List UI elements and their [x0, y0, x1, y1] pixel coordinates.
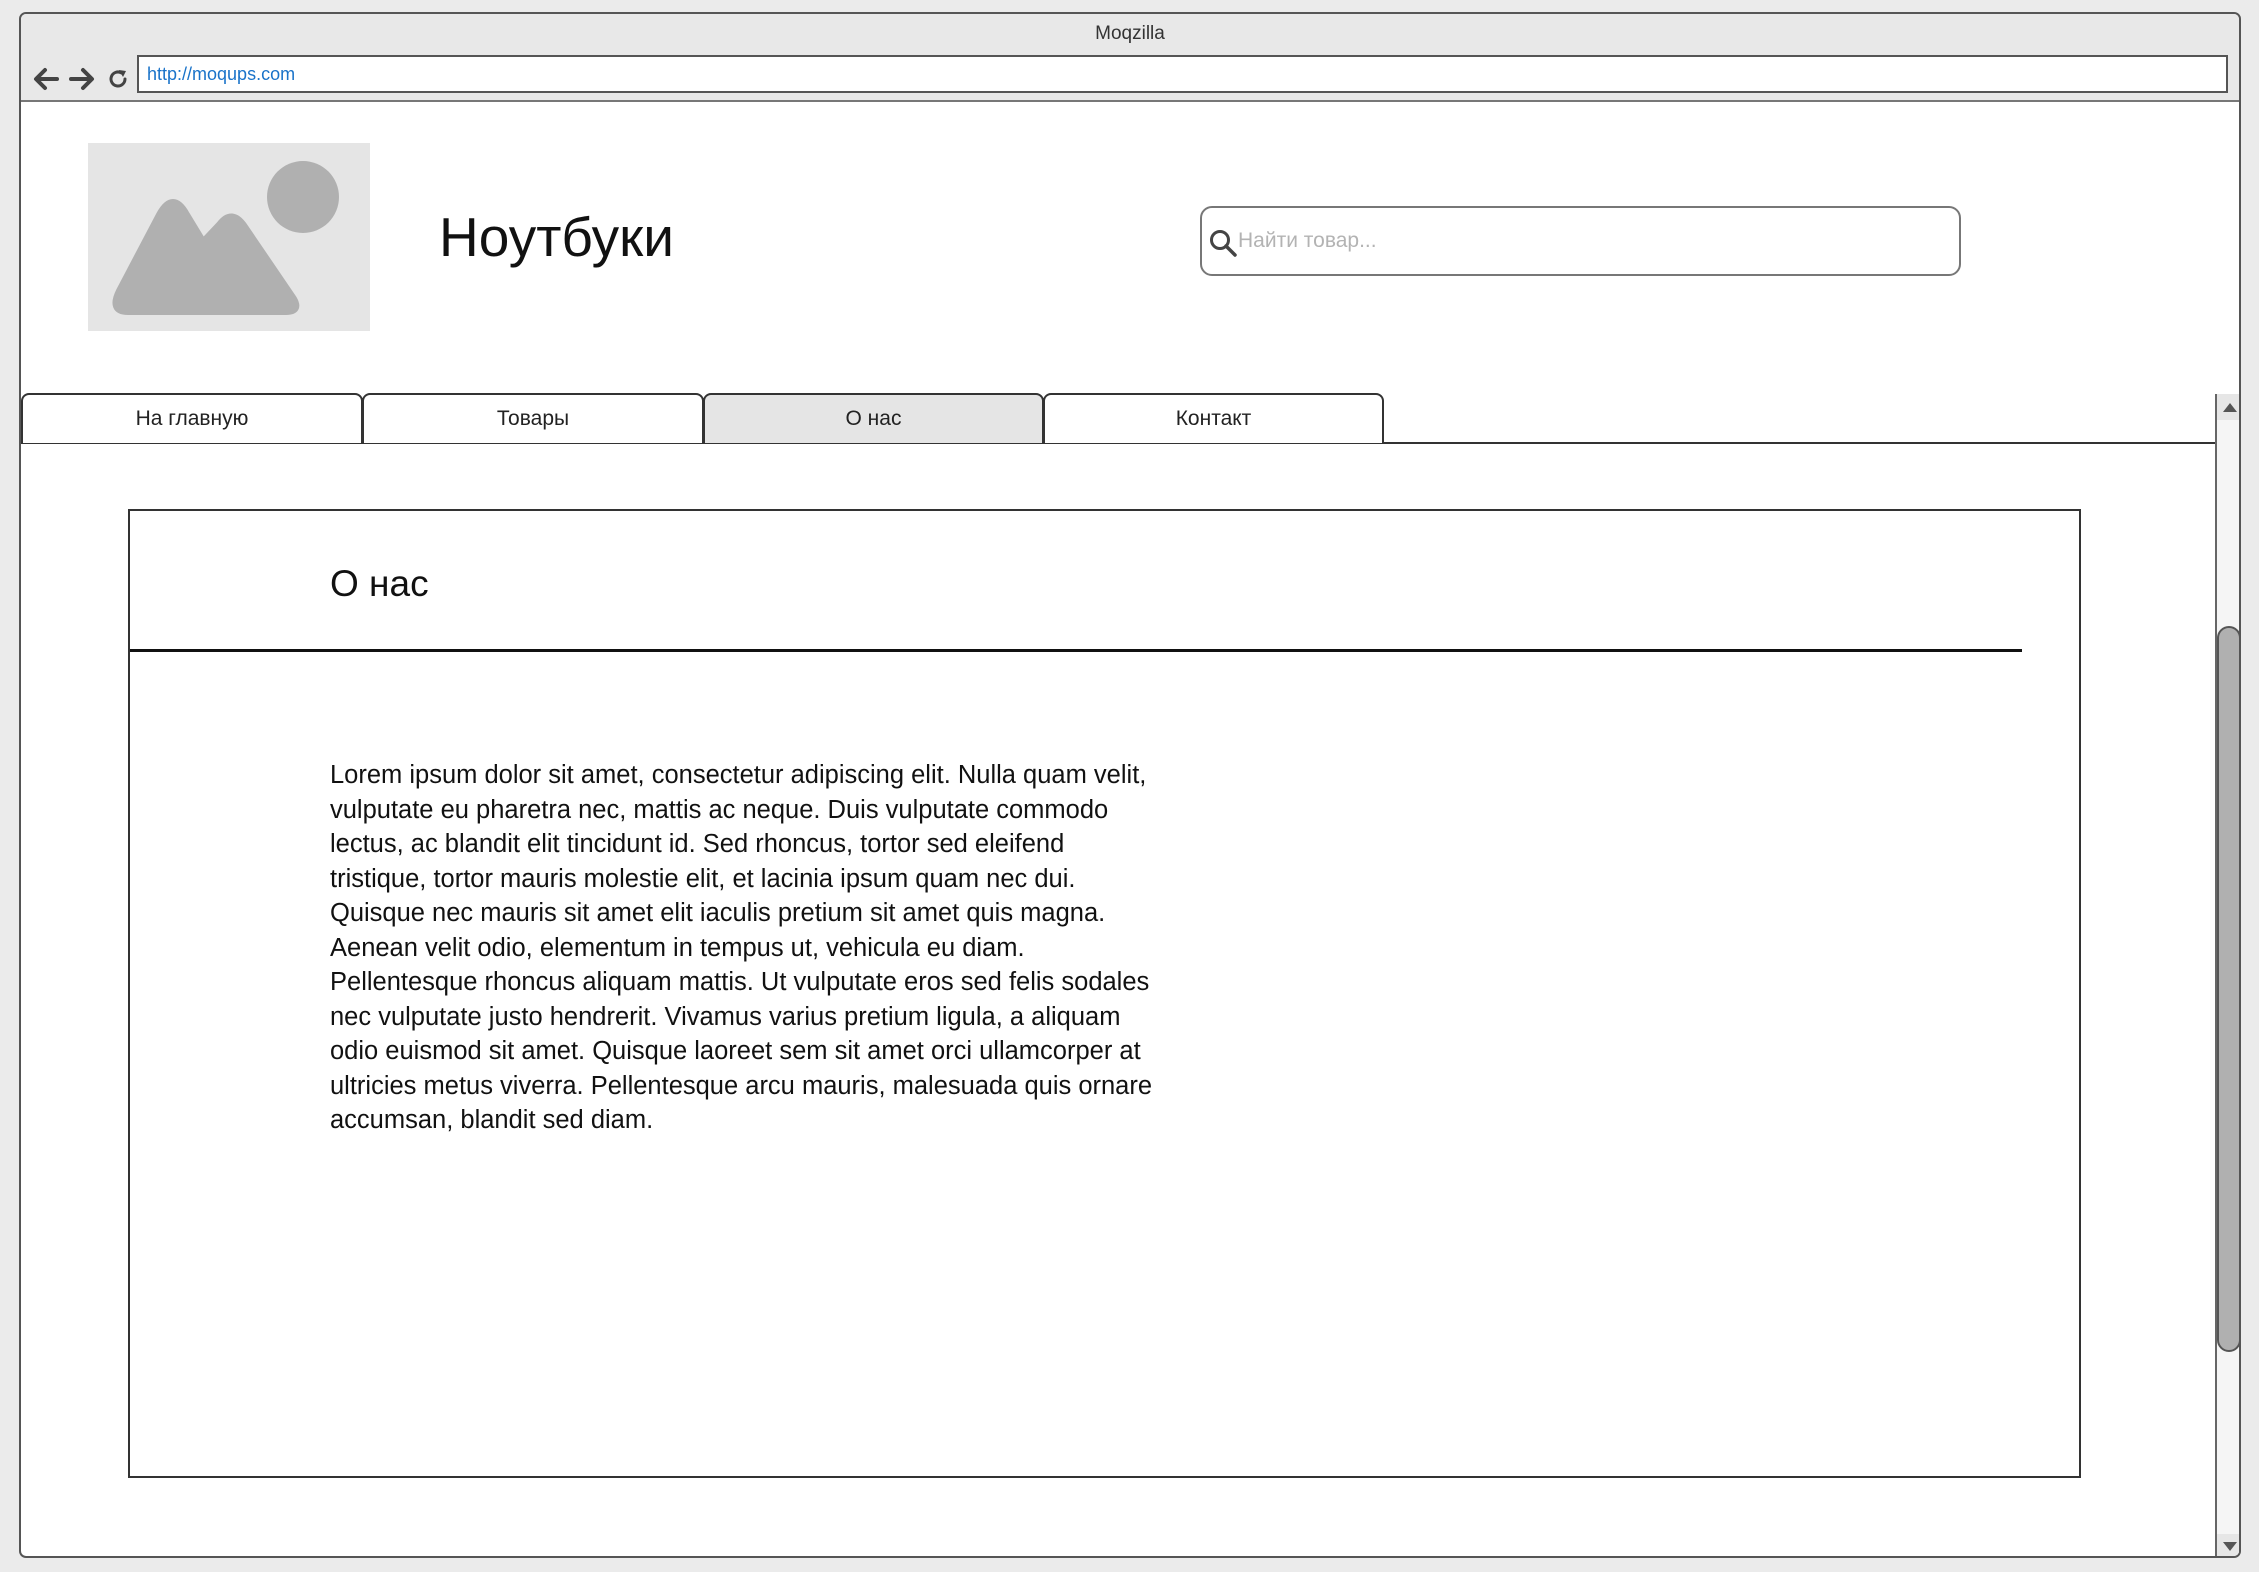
vertical-scrollbar[interactable]	[2215, 394, 2239, 1556]
browser-titlebar: Moqzilla http://moqups.com	[21, 14, 2239, 102]
tab-home[interactable]: На главную	[21, 393, 363, 443]
tab-label: На главную	[135, 407, 249, 430]
logo-image-placeholder	[88, 143, 370, 331]
arrow-left-icon	[34, 68, 59, 90]
tab-about[interactable]: О нас	[703, 393, 1044, 443]
site-title: Ноутбуки	[439, 206, 674, 268]
search-input[interactable]	[1238, 216, 1938, 266]
about-text: Lorem ipsum dolor sit amet, consectetur …	[330, 761, 1153, 1134]
heading-divider	[130, 649, 2022, 652]
reload-button[interactable]	[103, 64, 133, 94]
tab-label: Товары	[496, 407, 570, 430]
tab-label: Контакт	[1175, 407, 1252, 430]
back-button[interactable]	[31, 64, 61, 94]
reload-icon	[109, 70, 127, 88]
window-title: Moqzilla	[1095, 23, 1165, 44]
arrow-right-icon	[69, 68, 94, 90]
scroll-down-button[interactable]	[2217, 1534, 2239, 1556]
page-heading: О нас	[330, 563, 429, 604]
image-placeholder-icon	[112, 161, 339, 315]
search-icon	[1210, 230, 1237, 257]
tab-label: О нас	[845, 407, 902, 430]
forward-button[interactable]	[67, 64, 97, 94]
scrollbar-thumb[interactable]	[2217, 626, 2239, 1352]
address-bar[interactable]: http://moqups.com	[137, 55, 2228, 93]
browser-window: Moqzilla http://moqups.com Ноутбуки Найт…	[19, 12, 2241, 1558]
triangle-up-icon	[2223, 403, 2237, 412]
triangle-down-icon	[2223, 1542, 2237, 1551]
tab-products[interactable]: Товары	[362, 393, 704, 443]
content-panel: О нас Lorem ipsum dolor sit amet, consec…	[128, 509, 2081, 1478]
search-box[interactable]	[1200, 206, 1961, 276]
tab-contact[interactable]: Контакт	[1043, 393, 1384, 443]
scroll-up-button[interactable]	[2217, 394, 2239, 420]
